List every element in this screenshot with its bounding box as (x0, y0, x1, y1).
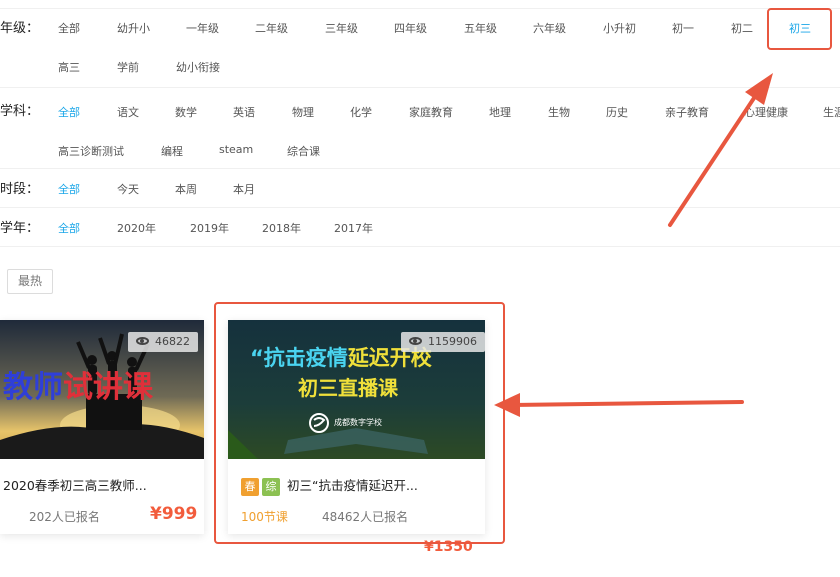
subject-option[interactable]: 编程 (161, 143, 183, 159)
year-option[interactable]: 2020年 (117, 220, 156, 236)
grade-option-all[interactable]: 全部 (58, 20, 80, 36)
banner-text: 教师 (3, 370, 63, 405)
subject-filter-label: 学科： (0, 104, 40, 119)
period-filter-label: 时段： (0, 182, 40, 197)
grade-option[interactable]: 高三 (58, 59, 80, 75)
subject-option[interactable]: steam (219, 143, 253, 156)
subject-option[interactable]: 化学 (350, 104, 372, 120)
divider (0, 87, 840, 88)
year-option-all[interactable]: 全部 (58, 220, 80, 236)
subject-option[interactable]: 语文 (117, 104, 139, 120)
highlight-box-grade (767, 8, 832, 50)
grade-option[interactable]: 初二 (731, 20, 753, 36)
period-option[interactable]: 今天 (117, 181, 139, 197)
period-option[interactable]: 本周 (175, 181, 197, 197)
grade-option[interactable]: 五年级 (464, 20, 497, 36)
course-title[interactable]: 2020春季初三高三教师... (3, 475, 147, 494)
subject-option[interactable]: 亲子教育 (665, 104, 709, 120)
year-option[interactable]: 2017年 (334, 220, 373, 236)
subject-option[interactable]: 家庭教育 (409, 104, 453, 120)
banner-text: 试讲课 (63, 370, 153, 405)
grade-option[interactable]: 幼升小 (117, 20, 150, 36)
grade-option[interactable]: 三年级 (325, 20, 358, 36)
subject-option[interactable]: 数学 (175, 104, 197, 120)
divider (0, 207, 840, 208)
course-price: ¥999 (150, 504, 198, 524)
divider (0, 168, 840, 169)
highlight-box-course (214, 302, 505, 544)
subject-option[interactable]: 英语 (233, 104, 255, 120)
grade-option[interactable]: 二年级 (255, 20, 288, 36)
subject-option[interactable]: 综合课 (287, 143, 320, 159)
course-thumbnail[interactable]: 教师试讲课 46822 (0, 320, 204, 459)
grade-option[interactable]: 幼小衔接 (176, 59, 220, 75)
year-filter-label: 学年： (0, 221, 40, 236)
subject-option[interactable]: 心理健康 (744, 104, 788, 120)
year-option[interactable]: 2019年 (190, 220, 229, 236)
enrolled-count: 202人已报名 (29, 510, 100, 524)
divider (0, 246, 840, 247)
subject-option[interactable]: 生涯 (823, 104, 840, 120)
year-option[interactable]: 2018年 (262, 220, 301, 236)
view-count: 46822 (155, 335, 190, 348)
divider (0, 8, 840, 9)
subject-option[interactable]: 历史 (606, 104, 628, 120)
grade-option[interactable]: 一年级 (186, 20, 219, 36)
grade-filter-label: 年级： (0, 21, 40, 36)
subject-option[interactable]: 高三诊断测试 (58, 143, 124, 159)
period-option-all[interactable]: 全部 (58, 181, 80, 197)
grade-option[interactable]: 初一 (672, 20, 694, 36)
sort-hot-button[interactable]: 最热 (7, 269, 53, 294)
arrow-line-left (510, 400, 744, 407)
grade-option[interactable]: 小升初 (603, 20, 636, 36)
grade-option[interactable]: 六年级 (533, 20, 566, 36)
eye-icon (136, 337, 149, 345)
subject-option[interactable]: 物理 (292, 104, 314, 120)
subject-option[interactable]: 地理 (489, 104, 511, 120)
grade-option[interactable]: 学前 (117, 59, 139, 75)
subject-option[interactable]: 生物 (548, 104, 570, 120)
course-card[interactable]: 教师试讲课 46822 2020春季初三高三教师... 202人已报名 ¥999 (0, 320, 204, 534)
arrow-head-up (745, 73, 773, 105)
subject-option-all[interactable]: 全部 (58, 104, 80, 120)
view-count-badge: 46822 (128, 332, 198, 352)
grade-option[interactable]: 四年级 (394, 20, 427, 36)
period-option[interactable]: 本月 (233, 181, 255, 197)
